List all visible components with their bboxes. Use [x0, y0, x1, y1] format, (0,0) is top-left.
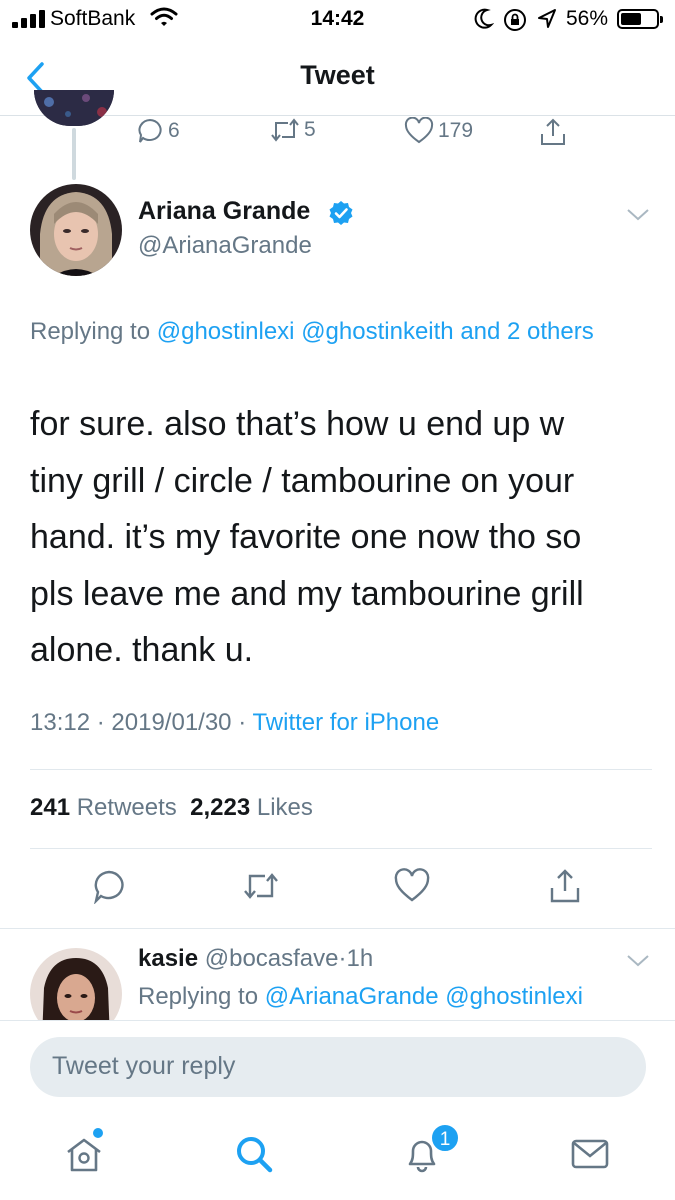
divider — [30, 769, 652, 770]
reply-icon[interactable] — [92, 868, 126, 904]
retweet-icon[interactable] — [242, 868, 280, 904]
location-icon — [538, 9, 556, 28]
chevron-down-icon[interactable] — [626, 953, 650, 969]
home-icon[interactable] — [62, 1132, 106, 1176]
reply-icon — [138, 118, 162, 143]
tweet-stats: 241 Retweets 2,223 Likes — [30, 794, 313, 822]
like-label: Likes — [256, 794, 313, 821]
author-name[interactable]: Ariana Grande — [138, 197, 310, 226]
tweet-date: 2019/01/30 — [111, 709, 232, 736]
tweet-timestamp: 13:12 · 2019/01/30 · Twitter for iPhone — [30, 709, 439, 737]
replying-to-link[interactable]: @ghostinlexi — [157, 318, 295, 345]
share-icon[interactable] — [548, 868, 582, 904]
tweet-source-link[interactable]: Twitter for iPhone — [252, 709, 439, 736]
chevron-down-icon[interactable] — [626, 207, 650, 223]
separator-dot: · — [338, 945, 347, 972]
notification-badge: 1 — [430, 1123, 460, 1153]
previous-reply-button[interactable]: 6 — [136, 117, 180, 145]
separator-dot: · — [96, 709, 105, 736]
verified-badge-icon — [329, 201, 353, 225]
previous-retweet-count: 5 — [304, 118, 316, 141]
separator-dot: · — [238, 709, 247, 736]
retweet-label: Retweets — [76, 794, 177, 821]
orientation-lock-icon — [504, 9, 526, 31]
author-handle[interactable]: @ArianaGrande — [138, 232, 312, 260]
tweet-text: for sure. also that’s how u end up w tin… — [30, 396, 650, 679]
replying-to-prefix: Replying to — [30, 318, 151, 345]
battery-icon — [617, 9, 663, 29]
search-icon[interactable] — [232, 1132, 276, 1176]
status-bar: SoftBank 14:42 56% — [0, 0, 675, 40]
replying-to-link[interactable]: @ghostinkeith — [301, 318, 453, 345]
previous-reply-count: 6 — [168, 119, 180, 142]
replying-to-others-link[interactable]: and 2 others — [460, 318, 593, 345]
author-avatar[interactable] — [30, 184, 122, 276]
tab-bar — [0, 1112, 675, 1200]
reply-author-name[interactable]: kasie — [138, 945, 198, 972]
section-separator — [0, 928, 675, 929]
tweet-text-line: for sure. also that’s how u end up w — [30, 405, 565, 443]
reply-compose-input[interactable]: Tweet your reply — [30, 1037, 646, 1097]
replying-to-link[interactable]: @ghostinlexi — [445, 983, 583, 1010]
messages-envelope-icon[interactable] — [568, 1132, 612, 1176]
like-count: 2,223 — [190, 794, 251, 821]
reply-time-ago: 1h — [346, 945, 374, 972]
previous-tweet-actions: 6 5 179 — [0, 117, 675, 147]
share-icon — [541, 118, 565, 145]
page-title: Tweet — [300, 60, 375, 90]
divider — [30, 848, 652, 849]
likes-stat[interactable]: 2,223 Likes — [190, 794, 313, 821]
reply-header: kasie @bocasfave·1h — [138, 945, 373, 973]
tweet-text-line: alone. thank u. — [30, 631, 254, 669]
retweet-count: 241 — [30, 794, 71, 821]
replying-to: Replying to @ghostinlexi @ghostinkeith a… — [30, 313, 640, 351]
heart-icon[interactable] — [394, 868, 430, 904]
tweet-text-line: hand. it’s my favorite one now tho so — [30, 518, 582, 556]
replying-to-link[interactable]: @ArianaGrande — [265, 983, 439, 1010]
reply-author-handle[interactable]: @bocasfave — [205, 945, 339, 972]
tweet-time: 13:12 — [30, 709, 91, 736]
retweet-icon — [271, 118, 299, 142]
tweet-actions — [0, 868, 675, 908]
replying-to-prefix: Replying to — [138, 983, 259, 1010]
previous-share-button[interactable] — [538, 117, 568, 147]
home-new-content-dot — [93, 1128, 103, 1138]
heart-icon — [404, 117, 434, 144]
tweet-text-line: pls leave me and my tambourine grill — [30, 574, 584, 613]
do-not-disturb-icon — [474, 8, 494, 29]
tweet-text-line: tiny grill / circle / tambourine on your — [30, 461, 575, 500]
previous-like-button[interactable]: 179 — [404, 117, 473, 145]
reply-replying-to: Replying to @ArianaGrande @ghostinlexi — [138, 983, 583, 1011]
retweets-stat[interactable]: 241 Retweets — [30, 794, 177, 821]
previous-like-count: 179 — [438, 119, 474, 142]
battery-percent: 56% — [566, 7, 609, 30]
previous-retweet-button[interactable]: 5 — [270, 117, 316, 143]
